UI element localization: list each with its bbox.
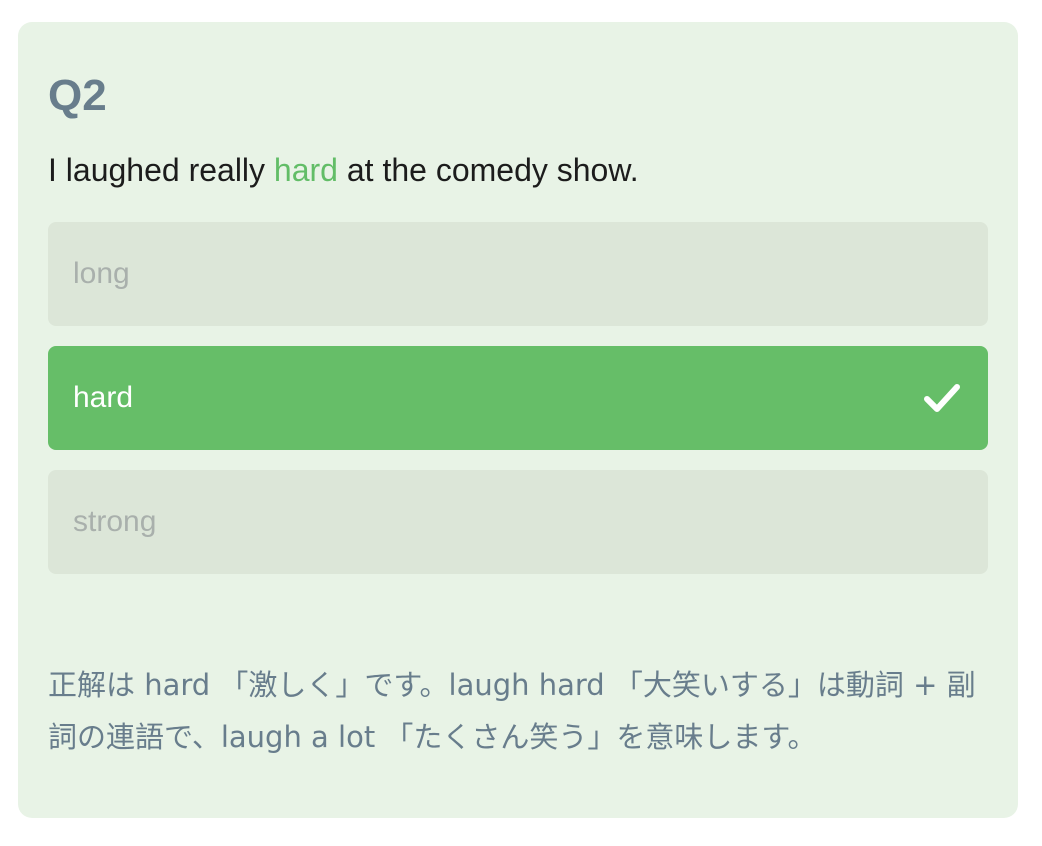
answer-option-label: hard [73,381,134,414]
answer-option-long[interactable]: long [48,222,988,326]
question-number: Q2 [48,71,107,120]
answer-explanation: 正解は hard 「激しく」です。laugh hard 「大笑いする」は動詞 +… [48,668,976,754]
answer-option-strong[interactable]: strong [48,470,988,574]
question-text-after: at the comedy show. [337,152,639,188]
answer-option-label: strong [73,505,157,538]
answer-option-label: long [73,257,130,290]
answer-option-hard[interactable]: hard [48,346,988,450]
question-highlight-word: hard [273,152,338,188]
question-text-before: I laughed really [48,152,274,188]
checkmark-icon [924,384,960,412]
question-card: Q2 I laughed really hard at the comedy s… [18,22,1018,818]
question-sentence: I laughed really hard at the comedy show… [48,152,639,188]
